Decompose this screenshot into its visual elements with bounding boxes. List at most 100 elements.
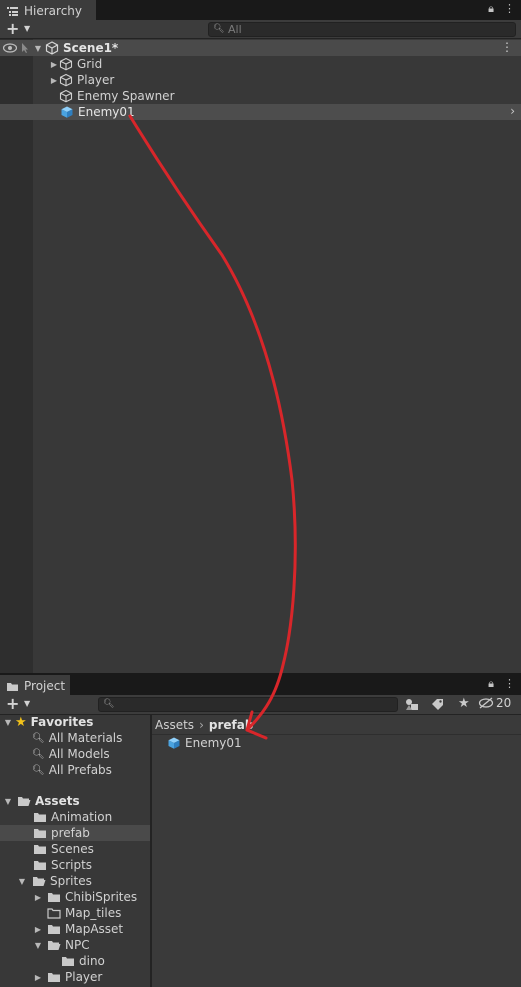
eye-icon[interactable] <box>3 43 17 53</box>
search-icon: 🔍︎ <box>32 748 45 760</box>
expand-arrow-icon[interactable]: ▶ <box>49 76 59 85</box>
chevron-down-icon[interactable]: ▼ <box>24 699 30 708</box>
expand-arrow-icon[interactable]: ▼ <box>3 797 13 806</box>
search-by-label-icon[interactable] <box>431 698 445 711</box>
star-icon: ★ <box>15 714 27 730</box>
favorite-item-label: All Prefabs <box>48 763 112 777</box>
hierarchy-item-label: Enemy01 <box>78 105 135 119</box>
visibility-gutter <box>0 39 33 673</box>
hidden-packages-toggle[interactable]: 20 <box>478 696 511 710</box>
search-icon: 🔍︎ <box>32 764 45 776</box>
expand-arrow-icon[interactable]: ▶ <box>33 925 43 934</box>
assets-header[interactable]: ▼ Assets <box>3 793 80 809</box>
folder-scenes[interactable]: Scenes <box>33 841 94 857</box>
favorite-star-icon[interactable]: ★ <box>458 696 470 711</box>
search-icon: 🔍︎ <box>213 24 225 34</box>
asset-item-enemy01[interactable]: Enemy01 <box>167 735 242 751</box>
expand-arrow-icon[interactable]: ▼ <box>33 941 43 950</box>
folder-open-icon <box>18 796 31 806</box>
breadcrumb-assets[interactable]: Assets <box>155 718 194 732</box>
hierarchy-item-label: Player <box>77 73 115 87</box>
search-by-type-icon[interactable] <box>405 698 419 711</box>
folder-npc[interactable]: ▼ NPC <box>33 937 90 953</box>
lock-icon[interactable]: 🔒︎ <box>488 677 494 691</box>
add-object-button[interactable]: + <box>6 19 19 38</box>
expand-arrow-icon[interactable]: ▼ <box>17 877 27 886</box>
folder-label: Scenes <box>51 842 94 856</box>
gameobject-cube-icon <box>59 57 73 71</box>
folder-icon <box>48 972 60 982</box>
project-content-pane: Assets › prefab Enemy01 <box>152 715 521 987</box>
project-search-input[interactable]: 🔍︎ <box>98 697 398 712</box>
pickable-icon[interactable] <box>19 42 31 54</box>
folder-player[interactable]: ▶ Player <box>33 969 102 985</box>
hierarchy-tab-bar: Hierarchy 🔒︎ ⋮ <box>0 0 521 20</box>
expand-arrow-icon[interactable]: ▼ <box>33 44 43 53</box>
folder-sprites[interactable]: ▼ Sprites <box>17 873 92 889</box>
breadcrumb-prefab[interactable]: prefab <box>209 718 254 732</box>
folder-icon <box>7 682 18 691</box>
folder-icon <box>34 844 46 854</box>
project-tab[interactable]: Project <box>0 675 70 695</box>
folder-label: Animation <box>51 810 113 824</box>
hierarchy-item-enemy01[interactable]: Enemy01 › <box>0 104 521 120</box>
project-toolbar: + ▼ 🔍︎ ★ 20 <box>0 694 521 715</box>
folder-mapasset[interactable]: ▶ MapAsset <box>33 921 123 937</box>
folder-map-tiles[interactable]: Map_tiles <box>47 905 121 921</box>
hierarchy-tab[interactable]: Hierarchy <box>0 0 96 20</box>
folder-icon <box>34 860 46 870</box>
folder-label: NPC <box>65 938 90 952</box>
hierarchy-search-input[interactable]: 🔍︎ All <box>208 22 516 37</box>
hidden-count: 20 <box>496 696 512 710</box>
hierarchy-item-grid[interactable]: ▶ Grid <box>49 56 102 72</box>
favorites-label: Favorites <box>30 715 94 729</box>
create-asset-button[interactable]: + <box>6 694 19 713</box>
folder-chibisprites[interactable]: ▶ ChibiSprites <box>33 889 137 905</box>
hierarchy-item-label: Grid <box>77 57 103 71</box>
expand-arrow-icon[interactable]: ▶ <box>49 60 59 69</box>
more-options-icon[interactable]: ⋮ <box>504 677 515 691</box>
favorite-item-label: All Materials <box>48 731 123 745</box>
folder-icon <box>34 828 46 838</box>
prefab-cube-icon <box>61 106 73 118</box>
favorite-item-all-models[interactable]: 🔍︎ All Models <box>32 746 110 762</box>
more-options-icon[interactable]: ⋮ <box>504 2 515 16</box>
expand-arrow-icon[interactable]: ▶ <box>33 973 43 982</box>
folder-label: Map_tiles <box>65 906 122 920</box>
favorite-item-all-prefabs[interactable]: 🔍︎ All Prefabs <box>32 762 112 778</box>
favorite-item-all-materials[interactable]: 🔍︎ All Materials <box>32 730 122 746</box>
gameobject-cube-icon <box>59 89 73 103</box>
prefab-cube-icon <box>168 737 180 749</box>
folder-scripts[interactable]: Scripts <box>33 857 92 873</box>
folder-animation[interactable]: Animation <box>33 809 112 825</box>
folder-icon <box>48 924 60 934</box>
folder-label: Sprites <box>50 874 92 888</box>
hierarchy-item-enemy-spawner[interactable]: Enemy Spawner <box>59 88 175 104</box>
favorites-header[interactable]: ▼ ★ Favorites <box>3 714 93 730</box>
expand-arrow-icon[interactable]: ▼ <box>3 718 13 727</box>
favorite-item-label: All Models <box>48 747 110 761</box>
scene-row[interactable]: ▼ Scene1* ⋮ <box>0 40 521 56</box>
folder-icon <box>48 892 60 902</box>
folder-prefab[interactable]: prefab <box>0 825 150 841</box>
hierarchy-item-label: Enemy Spawner <box>77 89 175 103</box>
lock-icon[interactable]: 🔒︎ <box>488 2 494 16</box>
search-icon: 🔍︎ <box>32 732 45 744</box>
hierarchy-panel: ▼ Scene1* ⋮ ▶ Grid ▶ Player Enemy Spawne… <box>0 39 521 673</box>
search-placeholder: All <box>228 23 242 36</box>
folder-label: Scripts <box>51 858 93 872</box>
hierarchy-item-player[interactable]: ▶ Player <box>49 72 114 88</box>
hierarchy-toolbar: + ▼ 🔍︎ All <box>0 19 521 39</box>
chevron-down-icon[interactable]: ▼ <box>24 24 30 33</box>
unity-scene-icon <box>45 41 59 55</box>
hierarchy-tab-label: Hierarchy <box>24 4 83 18</box>
folder-label: MapAsset <box>65 922 124 936</box>
scene-menu-icon[interactable]: ⋮ <box>501 40 513 54</box>
folder-open-icon <box>48 940 61 950</box>
folder-label: Player <box>65 970 103 984</box>
open-prefab-chevron-icon[interactable]: › <box>510 104 515 118</box>
expand-arrow-icon[interactable]: ▶ <box>33 893 43 902</box>
folder-dino[interactable]: dino <box>61 953 105 969</box>
eye-slash-icon <box>478 697 494 709</box>
hierarchy-icon <box>7 6 18 16</box>
